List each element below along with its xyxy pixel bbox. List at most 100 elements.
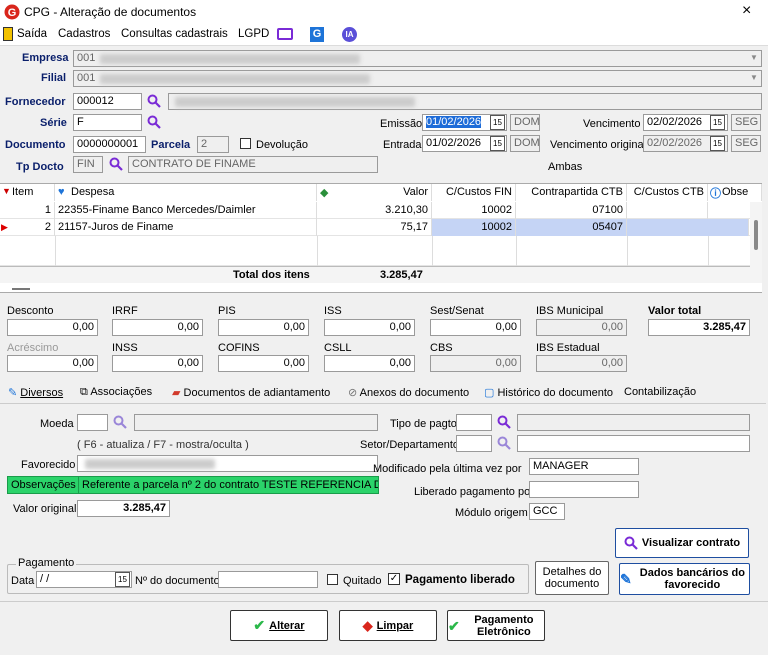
- search-icon[interactable]: [147, 94, 161, 108]
- emissao-label: Emissão: [380, 118, 423, 130]
- irrf-input[interactable]: 0,00: [112, 319, 203, 336]
- tab-diversos[interactable]: ✎ Diversos: [8, 386, 63, 399]
- grid-header-item[interactable]: ▼ Item: [0, 184, 55, 201]
- g-icon[interactable]: G: [310, 27, 324, 42]
- setor-input[interactable]: [456, 435, 492, 452]
- pen-icon: ✎: [620, 571, 632, 587]
- visualizar-contrato-button[interactable]: Visualizar contrato: [615, 528, 749, 558]
- fornecedor-label: Fornecedor: [5, 96, 66, 108]
- desconto-input[interactable]: 0,00: [7, 319, 98, 336]
- grid-splitter[interactable]: [12, 288, 30, 290]
- tab-bar: ✎ Diversos ⧉ Associações ▰ Documentos de…: [0, 382, 768, 404]
- tipo-pagto-input[interactable]: [456, 414, 492, 431]
- grid-scrollbar[interactable]: [750, 202, 762, 283]
- calendar-icon[interactable]: 15: [710, 115, 725, 130]
- pagamento-liberado-checkbox[interactable]: ✓: [388, 573, 400, 585]
- search-icon[interactable]: [147, 115, 161, 129]
- cell-contrapartida: 07100: [516, 202, 627, 219]
- calendar-icon[interactable]: 15: [115, 572, 130, 587]
- quitado-checkbox[interactable]: [327, 574, 338, 585]
- iss-label: ISS: [324, 305, 342, 317]
- devolucao-checkbox[interactable]: [240, 138, 251, 149]
- observacoes-value: Referente a parcela nº 2 do contrato TES…: [82, 479, 378, 491]
- setor-label: Setor/Departamento: [360, 439, 460, 451]
- inss-input[interactable]: 0,00: [112, 355, 203, 372]
- tipo-pagto-desc-input: [517, 414, 750, 431]
- search-icon[interactable]: [113, 415, 127, 429]
- detalhes-documento-button[interactable]: Detalhes do documento: [535, 561, 609, 595]
- sest-input[interactable]: 0,00: [430, 319, 521, 336]
- app-logo-icon: G: [4, 4, 20, 20]
- serie-input[interactable]: F: [73, 114, 142, 131]
- search-icon[interactable]: [497, 436, 511, 450]
- ndoc-input[interactable]: [218, 571, 318, 588]
- dados-bancarios-button[interactable]: ✎ Dados bancários do favorecido: [619, 563, 750, 595]
- items-grid[interactable]: ▼ Item ♥ Despesa ◆ Valor C/Custos FIN Contr…: [0, 183, 762, 293]
- parcela-input[interactable]: 2: [197, 136, 229, 153]
- tab-contabilizacao[interactable]: Contabilização: [624, 386, 696, 398]
- cofins-input[interactable]: 0,00: [218, 355, 309, 372]
- moeda-code-input[interactable]: [77, 414, 108, 431]
- sort-down-icon: ▼: [2, 186, 11, 196]
- grid-header-obse[interactable]: ⓘ Obse: [708, 184, 762, 201]
- search-icon[interactable]: [497, 415, 511, 429]
- tab-historico[interactable]: ▢ Histórico do documento: [484, 386, 613, 399]
- grid-header-ccctb[interactable]: C/Custos CTB: [627, 184, 708, 201]
- tab-adiantamento-label: Documentos de adiantamento: [183, 387, 331, 399]
- ia-icon[interactable]: IA: [342, 27, 357, 42]
- iss-input[interactable]: 0,00: [324, 319, 415, 336]
- menu-consultas-cadastrais[interactable]: Consultas cadastrais: [121, 28, 228, 40]
- pagamento-eletronico-button[interactable]: ✔ Pagamento Eletrônico: [447, 610, 545, 641]
- pis-input[interactable]: 0,00: [218, 319, 309, 336]
- serie-label: Série: [40, 117, 67, 129]
- empresa-redacted: [100, 54, 360, 64]
- modificado-label: Modificado pela última vez por: [373, 463, 522, 475]
- close-button[interactable]: ×: [742, 2, 751, 20]
- tab-anexos[interactable]: ⊘ Anexos do documento: [348, 386, 469, 399]
- acrescimo-input[interactable]: 0,00: [7, 355, 98, 372]
- cbs-input: 0,00: [430, 355, 521, 372]
- csll-input[interactable]: 0,00: [324, 355, 415, 372]
- menu-bar: Saída Cadastros Consultas cadastrais LGP…: [0, 24, 768, 46]
- alterar-button[interactable]: ✔ Alterar: [230, 610, 328, 641]
- documento-input[interactable]: 0000000001: [73, 136, 146, 153]
- observacoes-field[interactable]: Observações Referente a parcela nº 2 do …: [7, 476, 379, 494]
- grid-header-contrapartida[interactable]: Contrapartida CTB: [516, 184, 627, 201]
- tpdocto-code-input[interactable]: FIN: [73, 156, 103, 173]
- table-row[interactable]: ▶ 2 21157-Juros de Finame 75,17 10002 05…: [0, 219, 762, 236]
- modulo-label: Módulo origem: [455, 507, 528, 519]
- link-icon: ⧉: [80, 386, 88, 398]
- tab-adiantamento[interactable]: ▰ Documentos de adiantamento: [172, 386, 330, 399]
- header-obse-label: Obse: [722, 186, 749, 198]
- chevron-down-icon[interactable]: ▼: [750, 73, 758, 82]
- table-row[interactable]: 1 22355-Finame Banco Mercedes/Daimler 3.…: [0, 202, 762, 219]
- ibsest-label: IBS Estadual: [536, 342, 600, 354]
- header-despesa-label: Despesa: [71, 186, 115, 198]
- tab-anexos-label: Anexos do documento: [359, 387, 470, 399]
- calendar-icon[interactable]: 15: [490, 115, 505, 130]
- menu-saida[interactable]: Saída: [17, 28, 47, 40]
- limpar-button[interactable]: ◆ Limpar: [339, 610, 437, 641]
- cell-item: 1: [0, 202, 55, 219]
- monitor-icon[interactable]: [277, 28, 293, 40]
- fornecedor-code-input[interactable]: 000012: [73, 93, 142, 110]
- valortotal-label: Valor total: [648, 305, 702, 317]
- visualizar-contrato-label: Visualizar contrato: [641, 537, 741, 549]
- cell-despesa: 22355-Finame Banco Mercedes/Daimler: [55, 202, 317, 219]
- menu-cadastros[interactable]: Cadastros: [58, 28, 110, 40]
- grid-header-valor[interactable]: ◆ Valor: [317, 184, 432, 201]
- grid-header-despesa[interactable]: ♥ Despesa: [55, 184, 317, 201]
- eraser-icon: ◆: [362, 617, 373, 633]
- valortotal-input: 3.285,47: [648, 319, 750, 336]
- menu-lgpd[interactable]: LGPD: [238, 28, 269, 40]
- header-valor-label: Valor: [403, 186, 428, 198]
- emissao-value: 01/02/2026: [426, 116, 482, 128]
- setor-desc-input[interactable]: [517, 435, 750, 452]
- chevron-down-icon[interactable]: ▼: [750, 53, 758, 62]
- search-icon[interactable]: [109, 157, 123, 171]
- calendar-icon[interactable]: 15: [490, 136, 505, 151]
- tab-associacoes[interactable]: ⧉ Associações: [80, 386, 152, 399]
- grid-header-ccfin[interactable]: C/Custos FIN: [432, 184, 516, 201]
- hint-text: ( F6 - atualiza / F7 - mostra/oculta ): [77, 439, 249, 451]
- calendar-icon[interactable]: 15: [710, 136, 725, 151]
